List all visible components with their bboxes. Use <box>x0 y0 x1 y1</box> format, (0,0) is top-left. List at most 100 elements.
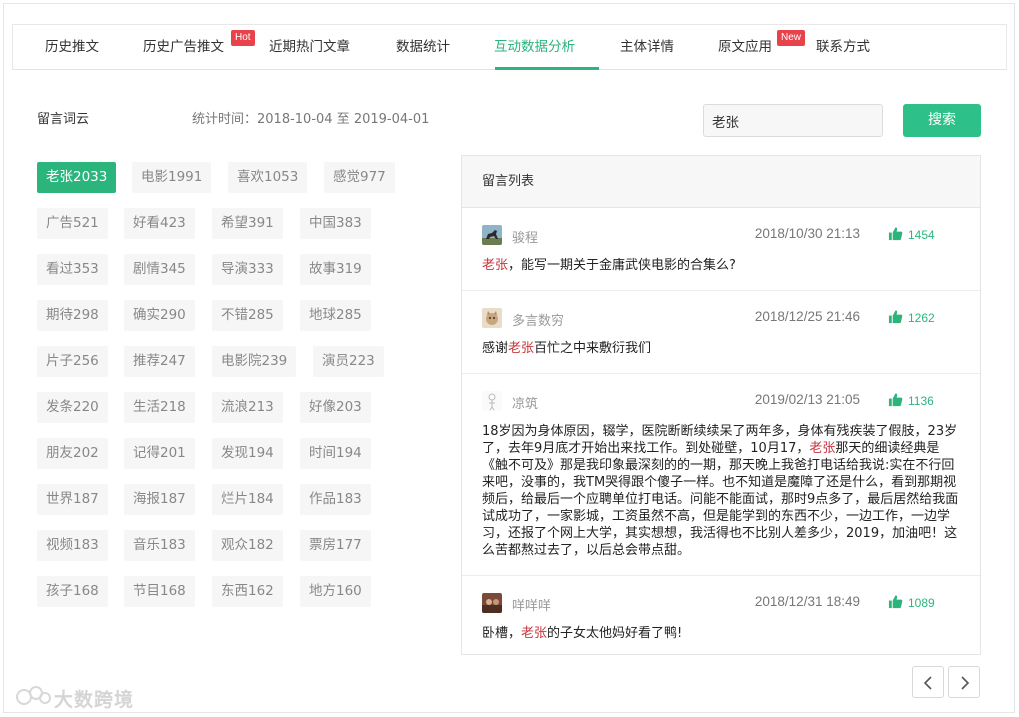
comment-list: 骏程 2018/10/30 21:13 1454 老张，能写一期关于金庸武侠电影的合集… <box>462 223 980 654</box>
like-count: 1089 <box>908 596 935 610</box>
wordcloud-tag[interactable]: 朋友202 <box>37 438 108 469</box>
wordcloud-tag[interactable]: 票房177 <box>300 530 371 561</box>
tab-label: 数据统计 <box>396 39 450 55</box>
wordcloud-tag[interactable]: 地球285 <box>300 300 371 331</box>
tab-data-stats[interactable]: 数据统计 <box>396 25 450 69</box>
tab-label: 主体详情 <box>620 39 674 55</box>
keyword-highlight: 老张 <box>482 258 509 273</box>
wordcloud-tag[interactable]: 推荐247 <box>124 346 195 377</box>
search-input[interactable] <box>703 104 883 137</box>
wordcloud-tag[interactable]: 确实290 <box>124 300 195 331</box>
hot-badge: Hot <box>231 30 255 46</box>
active-tab-indicator <box>495 67 599 70</box>
tab-contact[interactable]: 联系方式 <box>816 25 870 69</box>
keyword-highlight: 老张 <box>521 626 548 641</box>
tab-history-ads[interactable]: 历史广告推文 <box>143 25 224 69</box>
wordcloud-tag[interactable]: 海报187 <box>124 484 195 515</box>
top-nav: 历史推文 历史广告推文 Hot 近期热门文章 数据统计 互动数据分析 主体详情 … <box>12 24 1007 70</box>
thumbs-up-icon <box>888 227 903 241</box>
comment-text: 18岁因为身体原因，辍学，医院断断续续呆了两年多，身体有残疾装了假肢，23岁了，… <box>482 424 959 558</box>
watermark-text: 大数跨境 <box>54 689 135 711</box>
wordcloud-tag[interactable]: 发条220 <box>37 392 108 423</box>
wordcloud-tag[interactable]: 片子256 <box>37 346 108 377</box>
wordcloud-tag[interactable]: 中国383 <box>300 208 371 239</box>
comment-item: 多言数穷 2018/12/25 21:46 1262 感谢老张百忙之中来敷衍我们 <box>462 306 980 374</box>
thumbs-up-icon <box>888 595 903 609</box>
tab-original-apps[interactable]: 原文应用 <box>718 25 772 69</box>
comment-text: 老张，能写一期关于金庸武侠电影的合集么? <box>482 258 736 273</box>
comment-item: 凉筑 2019/02/13 21:05 1136 18岁因为身体原因，辍学，医院断断续… <box>462 389 980 576</box>
comment-meta: 骏程 2018/10/30 21:13 1454 <box>482 223 960 247</box>
wordcloud-tag[interactable]: 世界187 <box>37 484 108 515</box>
next-page-button[interactable] <box>948 666 980 698</box>
avatar[interactable] <box>482 225 502 245</box>
wordcloud-tag[interactable]: 孩子168 <box>37 576 108 607</box>
wordcloud-tag[interactable]: 广告521 <box>37 208 108 239</box>
prev-page-button[interactable] <box>912 666 944 698</box>
wordcloud-tag[interactable]: 感觉977 <box>324 162 395 193</box>
tab-interaction-analysis[interactable]: 互动数据分析 <box>494 25 575 69</box>
new-badge: New <box>777 30 806 46</box>
wordcloud-tag[interactable]: 地方160 <box>300 576 371 607</box>
wordcloud-tag[interactable]: 好像203 <box>300 392 371 423</box>
comment-username[interactable]: 骏程 <box>512 227 538 246</box>
comment-username[interactable]: 咩咩咩 <box>512 595 551 614</box>
tab-label: 联系方式 <box>816 39 870 55</box>
tab-label: 互动数据分析 <box>494 39 575 55</box>
tab-recent-hot[interactable]: 近期热门文章 <box>269 25 350 69</box>
wordcloud-tag[interactable]: 剧情345 <box>124 254 195 285</box>
like-count-group: 1136 <box>888 392 940 410</box>
wordcloud-tag[interactable]: 故事319 <box>300 254 371 285</box>
wordcloud-tag[interactable]: 演员223 <box>313 346 384 377</box>
chevron-right-icon <box>961 676 970 690</box>
comment-text: 感谢老张百忙之中来敷衍我们 <box>482 341 652 356</box>
avatar[interactable] <box>482 391 502 411</box>
comment-username[interactable]: 多言数穷 <box>512 310 564 329</box>
wordcloud-tag[interactable]: 发现194 <box>212 438 283 469</box>
comment-list-header: 留言列表 <box>462 156 980 208</box>
wordcloud-tag[interactable]: 观众182 <box>212 530 283 561</box>
comment-username[interactable]: 凉筑 <box>512 393 538 412</box>
wordcloud-tag[interactable]: 导演333 <box>212 254 283 285</box>
wordcloud-tag[interactable]: 期待298 <box>37 300 108 331</box>
thumbs-up-icon <box>888 310 903 324</box>
comment-text: 卧槽，老张的子女太他妈好看了鸭! <box>482 626 683 641</box>
wordcloud-tag[interactable]: 东西162 <box>212 576 283 607</box>
wordcloud-tag[interactable]: 记得201 <box>124 438 195 469</box>
tab-label: 近期热门文章 <box>269 39 350 55</box>
avatar[interactable] <box>482 308 502 328</box>
wordcloud-title: 留言词云 <box>37 112 90 127</box>
wordcloud-tag[interactable]: 流浪213 <box>212 392 283 423</box>
comment-meta: 多言数穷 2018/12/25 21:46 1262 <box>482 306 960 330</box>
comment-item: 咩咩咩 2018/12/31 18:49 1089 卧槽，老张的子女太他妈好看了鸭! <box>462 591 980 654</box>
wordcloud-tag[interactable]: 作品183 <box>300 484 371 515</box>
wordcloud-tag[interactable]: 时间194 <box>300 438 371 469</box>
avatar[interactable] <box>482 593 502 613</box>
wordcloud-tag[interactable]: 喜欢1053 <box>228 162 308 193</box>
tab-label: 历史广告推文 <box>143 39 224 55</box>
chevron-left-icon <box>923 676 932 690</box>
tab-history-posts[interactable]: 历史推文 <box>45 25 99 69</box>
wordcloud-tag[interactable]: 好看423 <box>124 208 195 239</box>
tab-label: 原文应用 <box>718 39 772 55</box>
wordcloud-tag[interactable]: 视频183 <box>37 530 108 561</box>
comment-timestamp: 2019/02/13 21:05 <box>754 392 860 407</box>
wordcloud-tag[interactable]: 老张2033 <box>37 162 117 193</box>
wordcloud-tag[interactable]: 节目168 <box>124 576 195 607</box>
comment-item: 骏程 2018/10/30 21:13 1454 老张，能写一期关于金庸武侠电影的合集… <box>462 223 980 291</box>
tab-entity-details[interactable]: 主体详情 <box>620 25 674 69</box>
wordcloud-tag[interactable]: 音乐183 <box>124 530 195 561</box>
keyword-highlight: 老张 <box>809 441 836 456</box>
wordcloud-tag[interactable]: 电影院239 <box>212 346 297 377</box>
wordcloud-tag[interactable]: 电影1991 <box>132 162 212 193</box>
wordcloud-tag[interactable]: 看过353 <box>37 254 108 285</box>
like-count: 1136 <box>908 394 934 408</box>
wordcloud-tag[interactable]: 不错285 <box>212 300 283 331</box>
search-button[interactable]: 搜索 <box>903 104 981 137</box>
wordcloud-tag[interactable]: 生活218 <box>124 392 195 423</box>
wordcloud-tag[interactable]: 烂片184 <box>212 484 283 515</box>
like-count: 1262 <box>908 311 935 325</box>
comment-timestamp: 2018/10/30 21:13 <box>754 226 860 241</box>
wordcloud-tag[interactable]: 希望391 <box>212 208 283 239</box>
like-count-group: 1262 <box>888 309 940 327</box>
